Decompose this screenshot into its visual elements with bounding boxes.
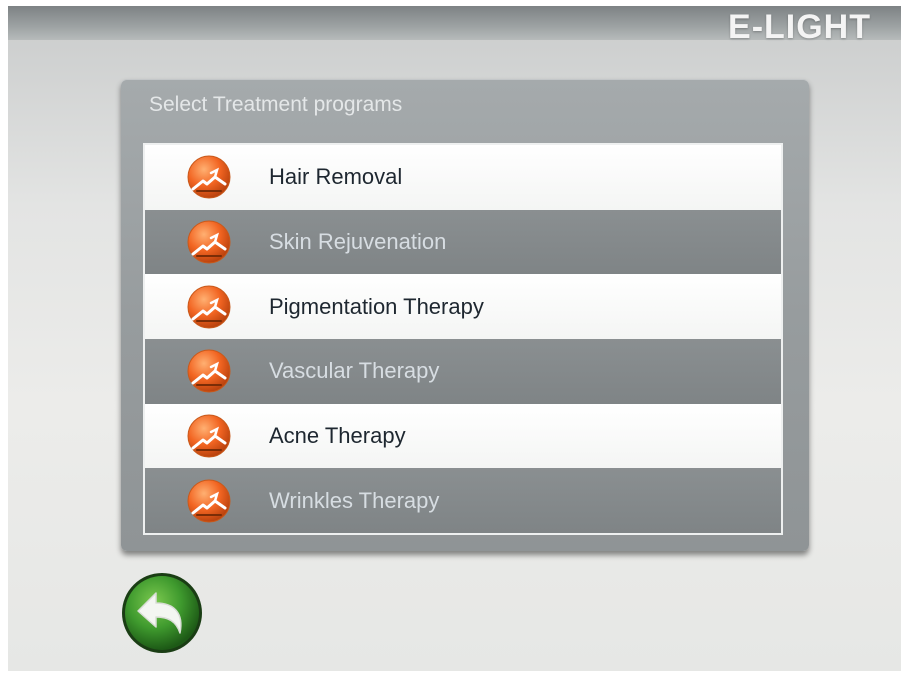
treatment-icon [185,153,233,201]
back-button[interactable] [120,571,204,655]
top-bar: E-LIGHT [8,6,901,46]
treatment-panel: Select Treatment programs Hair Removal S… [121,79,809,551]
treatment-icon [185,283,233,331]
treatment-item-vascular-therapy[interactable]: Vascular Therapy [145,338,781,404]
back-arrow-icon [122,573,202,653]
treatment-list: Hair Removal Skin Rejuvenation Pigmentat… [143,143,783,535]
treatment-item-label: Vascular Therapy [269,358,440,384]
treatment-item-skin-rejuvenation[interactable]: Skin Rejuvenation [145,209,781,275]
treatment-item-acne-therapy[interactable]: Acne Therapy [145,403,781,469]
treatment-item-wrinkles-therapy[interactable]: Wrinkles Therapy [145,468,781,533]
treatment-item-hair-removal[interactable]: Hair Removal [145,145,781,210]
treatment-icon [185,347,233,395]
treatment-icon [185,477,233,525]
device-screen: E-LIGHT Select Treatment programs Hair R… [8,6,901,671]
panel-title: Select Treatment programs [149,93,403,116]
brand-logo: E-LIGHT [728,8,871,46]
treatment-icon [185,412,233,460]
treatment-item-pigmentation-therapy[interactable]: Pigmentation Therapy [145,274,781,339]
treatment-item-label: Wrinkles Therapy [269,487,440,513]
treatment-item-label: Acne Therapy [269,422,406,448]
treatment-icon [185,218,233,266]
treatment-item-label: Skin Rejuvenation [269,228,447,254]
treatment-item-label: Pigmentation Therapy [269,293,484,319]
treatment-item-label: Hair Removal [269,164,403,190]
